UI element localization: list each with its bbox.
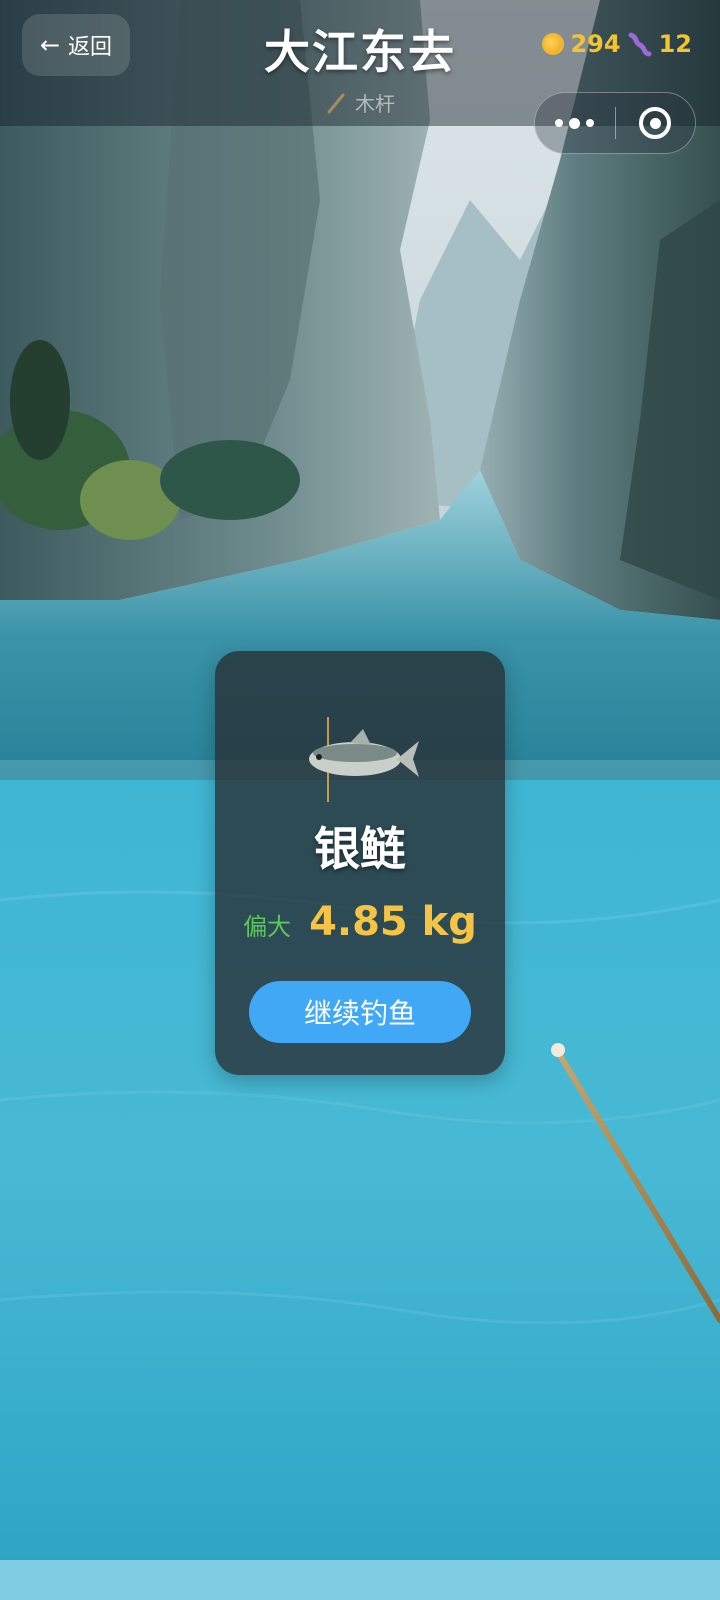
more-icon[interactable] (535, 93, 615, 153)
catch-size-row: 偏大 4.85 kg (215, 899, 505, 945)
catch-result-card: 银鲢 偏大 4.85 kg 继续钓鱼 (215, 651, 505, 1075)
coin-icon (542, 33, 565, 55)
fish-icon (309, 717, 419, 802)
size-tag: 偏大 (243, 913, 292, 941)
continue-fishing-button[interactable]: 继续钓鱼 (249, 981, 471, 1043)
fish-weight: 4.85 kg (309, 899, 477, 945)
rod-name: 木杆 (355, 92, 395, 116)
resource-counter: 294 12 (542, 30, 692, 58)
bait-count: 12 (658, 30, 692, 58)
fish-name: 银鲢 (314, 822, 406, 876)
mini-program-capsule (534, 92, 696, 154)
close-icon[interactable] (616, 93, 696, 153)
worm-icon (628, 32, 652, 57)
coin-count: 294 (570, 30, 621, 58)
rod-icon (327, 93, 345, 113)
